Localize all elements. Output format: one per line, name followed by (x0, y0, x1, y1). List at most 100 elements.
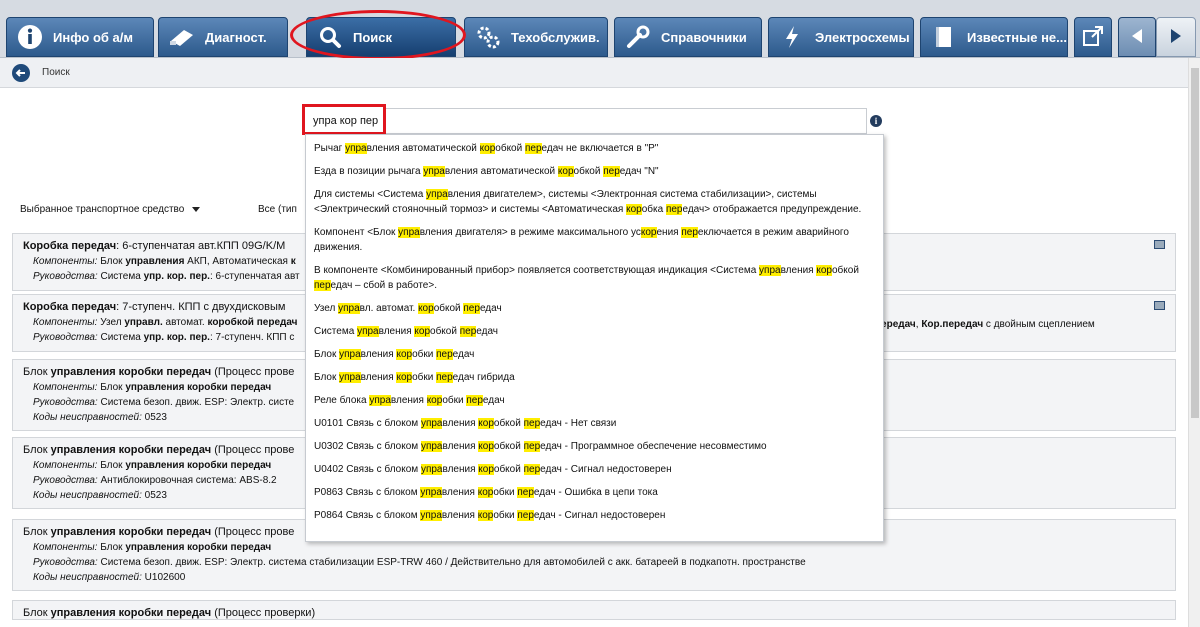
text-segment: едач "N" (619, 166, 659, 177)
scroll-left-button[interactable] (1118, 17, 1156, 57)
tab-wiring[interactable]: Электросхемы (768, 17, 914, 57)
match-text: управления коробки передач (125, 542, 272, 553)
match-text: кор (418, 303, 434, 314)
text-segment: едач не включается в "P" (541, 143, 659, 154)
tab-label: Диагност. (205, 29, 267, 45)
field-label: Компоненты: (33, 542, 98, 553)
match-text: кор (396, 349, 413, 360)
text-segment: обкой (433, 303, 464, 314)
tab-references[interactable]: Справочники (614, 17, 762, 57)
match-text: кор (478, 464, 494, 475)
text-segment: вления (441, 510, 478, 521)
wrench-icon (621, 20, 655, 54)
text-segment: АКП, Автоматическая (184, 256, 291, 267)
text-segment: едач (482, 395, 505, 406)
text-segment: Блок (23, 607, 51, 619)
match-text: пер (314, 280, 331, 291)
match-text: пер (517, 510, 534, 521)
text-segment: (Процесс проверки) (211, 607, 316, 619)
text-segment: (Процесс прове (211, 526, 295, 538)
suggestion-item[interactable]: Для системы <Система управления двигател… (314, 187, 875, 217)
back-button[interactable] (12, 63, 30, 82)
text-segment: вления автоматической (444, 166, 558, 177)
match-text: Кор.передач (921, 319, 984, 330)
text-segment: Блок (23, 444, 51, 456)
suggestion-item[interactable]: Езда в позиции рычага управления автомат… (314, 164, 875, 179)
image-icon[interactable] (1154, 301, 1165, 310)
scrollbar-thumb[interactable] (1191, 68, 1199, 418)
match-text: кор (640, 227, 657, 238)
suggestion-item[interactable]: U0402 Связь с блоком управления коробкой… (314, 462, 875, 477)
text-segment: : 7-ступенч. КПП с двухдисковым (116, 301, 286, 313)
tab-info[interactable]: Инфо об а/м (6, 17, 154, 57)
result-detail-line: Коды неисправностей: U102600 (23, 572, 1165, 583)
match-text: кор (478, 441, 494, 452)
text-segment: едач - Программное обеспечение несовмест… (540, 441, 767, 452)
text-segment: обкой (493, 418, 524, 429)
info-icon[interactable]: i (870, 115, 882, 127)
field-label: Руководства: (33, 475, 98, 486)
text-segment: обкой (493, 464, 524, 475)
text-segment: едач (476, 326, 498, 337)
suggestion-item[interactable]: P0864 Связь с блоком управления коробки … (314, 508, 875, 523)
suggestion-item[interactable]: Реле блока управления коробки передач (314, 393, 875, 408)
suggestion-item[interactable]: В компоненте <Комбинированный прибор> по… (314, 263, 875, 293)
result-detail-line: Руководства: Система безоп. движ. ESP: Э… (23, 557, 1165, 568)
match-text: управления коробки передач (125, 382, 272, 393)
text-segment: Антиблокировочная система: ABS-8.2 (97, 475, 277, 486)
text-segment: Система (97, 332, 144, 343)
text-segment: Система безоп. движ. ESP: Электр. систем… (97, 557, 806, 568)
result-detail-tail: передач, Кор.передач с двойным сцепление… (875, 319, 1095, 330)
suggestion-item[interactable]: U0302 Связь с блоком управления коробкой… (314, 439, 875, 454)
scroll-right-button[interactable] (1156, 17, 1196, 57)
text-segment: едач – сбой в работе>. (330, 280, 437, 291)
scrollbar[interactable] (1188, 58, 1200, 627)
text-segment: P0864 Связь с блоком (314, 510, 421, 521)
suggestion-item[interactable]: Система управления коробкой передач (314, 324, 875, 339)
subheader: Поиск (0, 58, 1188, 88)
match-text: упра (369, 395, 391, 406)
text-segment: В компоненте <Комбинированный прибор> по… (314, 265, 760, 276)
suggestion-item[interactable]: Блок управления коробки передач (314, 347, 875, 362)
match-text: кор (626, 204, 642, 215)
field-label: Компоненты: (33, 317, 98, 328)
text-segment: : 7-ступенч. КПП с (209, 332, 295, 343)
match-text: упр. кор. пер. (143, 271, 210, 282)
search-input[interactable] (302, 108, 867, 134)
suggestion-item[interactable]: P0863 Связь с блоком управления коробки … (314, 485, 875, 500)
tab-service[interactable]: Техобслужив. (464, 17, 608, 57)
tab-diagnostics[interactable]: Диагност. (158, 17, 288, 57)
text-segment: обкой (832, 265, 859, 276)
text-segment: : 6-ступенчатая авт (209, 271, 300, 282)
external-link-button[interactable] (1074, 17, 1112, 57)
text-segment: Узел (314, 303, 339, 314)
suggestion-item[interactable]: Рычаг управления автоматической коробкой… (314, 141, 875, 156)
arrow-left-icon (1129, 27, 1145, 48)
tab-known-issues[interactable]: Известные не... (920, 17, 1068, 57)
search-query-highlight[interactable]: упра кор пер (302, 104, 386, 135)
type-filter[interactable]: Все (тип (258, 204, 297, 215)
vehicle-filter-dropdown[interactable]: Выбранное транспортное средство (20, 204, 201, 215)
match-text: пер (517, 487, 534, 498)
match-text: коробкой передач (207, 317, 298, 328)
text-segment: обка (641, 204, 666, 215)
text-segment: едач - Нет связи (540, 418, 617, 429)
suggestion-item[interactable]: Блок управления коробки передач гибрида (314, 370, 875, 385)
text-segment: обки (412, 372, 437, 383)
text-segment: едач (452, 349, 475, 360)
image-icon[interactable] (1154, 240, 1165, 249)
text-segment: обки (493, 487, 518, 498)
match-text: упра (759, 265, 781, 276)
breadcrumb: Поиск (42, 67, 70, 78)
match-text: управл. (124, 317, 163, 328)
suggestion-item[interactable]: U0101 Связь с блоком управления коробкой… (314, 416, 875, 431)
field-label: Руководства: (33, 332, 98, 343)
text-segment: вления (780, 265, 817, 276)
match-text: упра (398, 227, 420, 238)
text-segment: Рычаг (314, 143, 346, 154)
suggestion-item[interactable]: Компонент <Блок управления двигателя> в … (314, 225, 875, 255)
text-segment: обки (493, 510, 518, 521)
suggestion-item[interactable]: Узел управл. автомат. коробкой передач (314, 301, 875, 316)
text-segment: Блок (97, 542, 126, 553)
result-card[interactable]: Блок управления коробки передач (Процесс… (12, 600, 1176, 620)
